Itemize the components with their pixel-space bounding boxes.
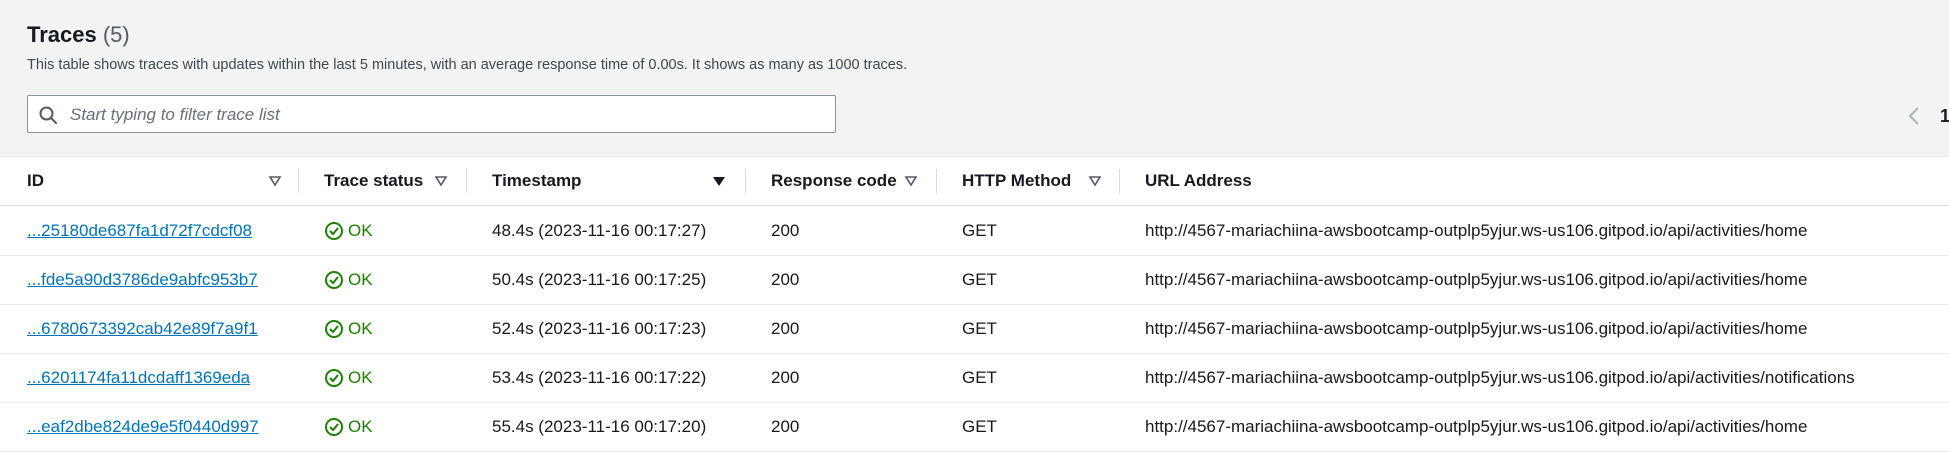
check-circle-icon (325, 417, 343, 436)
column-header-status[interactable]: Trace status (324, 157, 423, 205)
trace-id-link[interactable]: ...fde5a90d3786de9abfc953b7 (27, 270, 258, 290)
http-method-cell: GET (962, 367, 997, 387)
http-method-cell: GET (962, 220, 997, 240)
column-divider[interactable] (298, 169, 299, 193)
status-ok: OK (324, 319, 373, 339)
traces-table: ID Trace status Timestamp Response code … (0, 156, 1949, 454)
status-text: OK (348, 220, 373, 240)
trace-count: (5) (102, 22, 130, 47)
column-header-http-method[interactable]: HTTP Method (962, 157, 1071, 205)
column-header-label: Response code (771, 171, 897, 190)
status-text: OK (348, 269, 373, 289)
trace-id-cell: ...eaf2dbe824de9e5f0440d997 (27, 402, 259, 451)
response-code-cell: 200 (771, 416, 800, 436)
trace-id-link[interactable]: ...6201174fa11dcdaff1369eda (27, 368, 250, 388)
table-row[interactable]: ...6780673392cab42e89f7a9f1 OK 52.4s (20… (0, 304, 1949, 354)
timestamp-cell: 55.4s (2023-11-16 00:17:20) (492, 416, 707, 436)
current-page-number[interactable]: 1 (1940, 106, 1949, 127)
table-description: This table shows traces with updates wit… (27, 57, 908, 73)
status-text: OK (348, 318, 373, 338)
url-cell: http://4567-mariachiina-awsbootcamp-outp… (1145, 367, 1855, 387)
sort-icon[interactable] (904, 174, 918, 188)
trace-id-cell: ...25180de687fa1d72f7cdcf08 (27, 206, 252, 255)
timestamp-cell: 50.4s (2023-11-16 00:17:25) (492, 269, 707, 289)
page-title-text: Traces (27, 22, 97, 47)
trace-status-cell: OK (324, 255, 373, 304)
column-header-label: URL Address (1145, 171, 1252, 190)
column-header-response-code[interactable]: Response code (771, 157, 897, 205)
status-text: OK (348, 367, 373, 387)
status-ok: OK (324, 417, 373, 437)
column-header-timestamp[interactable]: Timestamp (492, 157, 581, 205)
response-code-cell: 200 (771, 220, 800, 240)
page-title: Traces (5) (27, 22, 130, 47)
response-code-cell: 200 (771, 269, 800, 289)
trace-id-link[interactable]: ...eaf2dbe824de9e5f0440d997 (27, 417, 259, 437)
column-divider[interactable] (466, 169, 467, 193)
trace-id-cell: ...6201174fa11dcdaff1369eda (27, 353, 250, 402)
http-method-cell: GET (962, 416, 997, 436)
trace-filter-input[interactable] (68, 96, 832, 134)
column-header-id[interactable]: ID (27, 157, 44, 205)
timestamp-cell: 48.4s (2023-11-16 00:17:27) (492, 220, 707, 240)
sort-icon[interactable] (268, 174, 282, 188)
check-circle-icon (325, 270, 343, 289)
status-ok: OK (324, 368, 373, 388)
sort-descending-icon[interactable] (712, 174, 726, 188)
column-header-label: Trace status (324, 171, 424, 190)
http-method-cell: GET (962, 318, 997, 338)
trace-id-cell: ...fde5a90d3786de9abfc953b7 (27, 255, 258, 304)
trace-filter[interactable] (27, 95, 836, 134)
trace-status-cell: OK (324, 402, 373, 451)
http-method-cell: GET (962, 269, 997, 289)
column-divider[interactable] (745, 169, 746, 193)
timestamp-cell: 53.4s (2023-11-16 00:17:22) (492, 367, 707, 387)
table-row[interactable]: ...eaf2dbe824de9e5f0440d997 OK 55.4s (20… (0, 402, 1949, 452)
pagination: 1 (1902, 104, 1949, 128)
column-header-label: HTTP Method (962, 171, 1072, 190)
status-text: OK (348, 416, 373, 436)
table-header: ID Trace status Timestamp Response code … (0, 157, 1949, 206)
trace-id-link[interactable]: ...6780673392cab42e89f7a9f1 (27, 319, 258, 339)
url-cell: http://4567-mariachiina-awsbootcamp-outp… (1145, 269, 1808, 289)
url-cell: http://4567-mariachiina-awsbootcamp-outp… (1145, 318, 1808, 338)
table-row[interactable]: ...6201174fa11dcdaff1369eda OK 53.4s (20… (0, 353, 1949, 403)
sort-icon[interactable] (434, 174, 448, 188)
column-divider[interactable] (1119, 169, 1120, 193)
trace-status-cell: OK (324, 304, 373, 353)
trace-status-cell: OK (324, 206, 373, 255)
response-code-cell: 200 (771, 318, 800, 338)
trace-id-cell: ...6780673392cab42e89f7a9f1 (27, 304, 258, 353)
column-header-label: Timestamp (492, 171, 582, 190)
column-header-url[interactable]: URL Address (1145, 157, 1252, 205)
search-icon (39, 106, 57, 124)
check-circle-icon (325, 319, 343, 338)
status-ok: OK (324, 270, 373, 290)
sort-icon[interactable] (1088, 174, 1102, 188)
timestamp-cell: 52.4s (2023-11-16 00:17:23) (492, 318, 707, 338)
trace-id-link[interactable]: ...25180de687fa1d72f7cdcf08 (27, 221, 252, 241)
trace-status-cell: OK (324, 353, 373, 402)
url-cell: http://4567-mariachiina-awsbootcamp-outp… (1145, 416, 1808, 436)
table-row[interactable]: ...fde5a90d3786de9abfc953b7 OK 50.4s (20… (0, 255, 1949, 305)
previous-page-button[interactable] (1902, 104, 1926, 128)
response-code-cell: 200 (771, 367, 800, 387)
url-cell: http://4567-mariachiina-awsbootcamp-outp… (1145, 220, 1808, 240)
check-circle-icon (325, 368, 343, 387)
status-ok: OK (324, 221, 373, 241)
column-header-label: ID (27, 171, 44, 190)
check-circle-icon (325, 221, 343, 240)
chevron-left-icon (1908, 107, 1919, 125)
column-divider[interactable] (936, 169, 937, 193)
table-row[interactable]: ...25180de687fa1d72f7cdcf08 OK 48.4s (20… (0, 206, 1949, 256)
traces-header: Traces (5) (27, 22, 130, 48)
